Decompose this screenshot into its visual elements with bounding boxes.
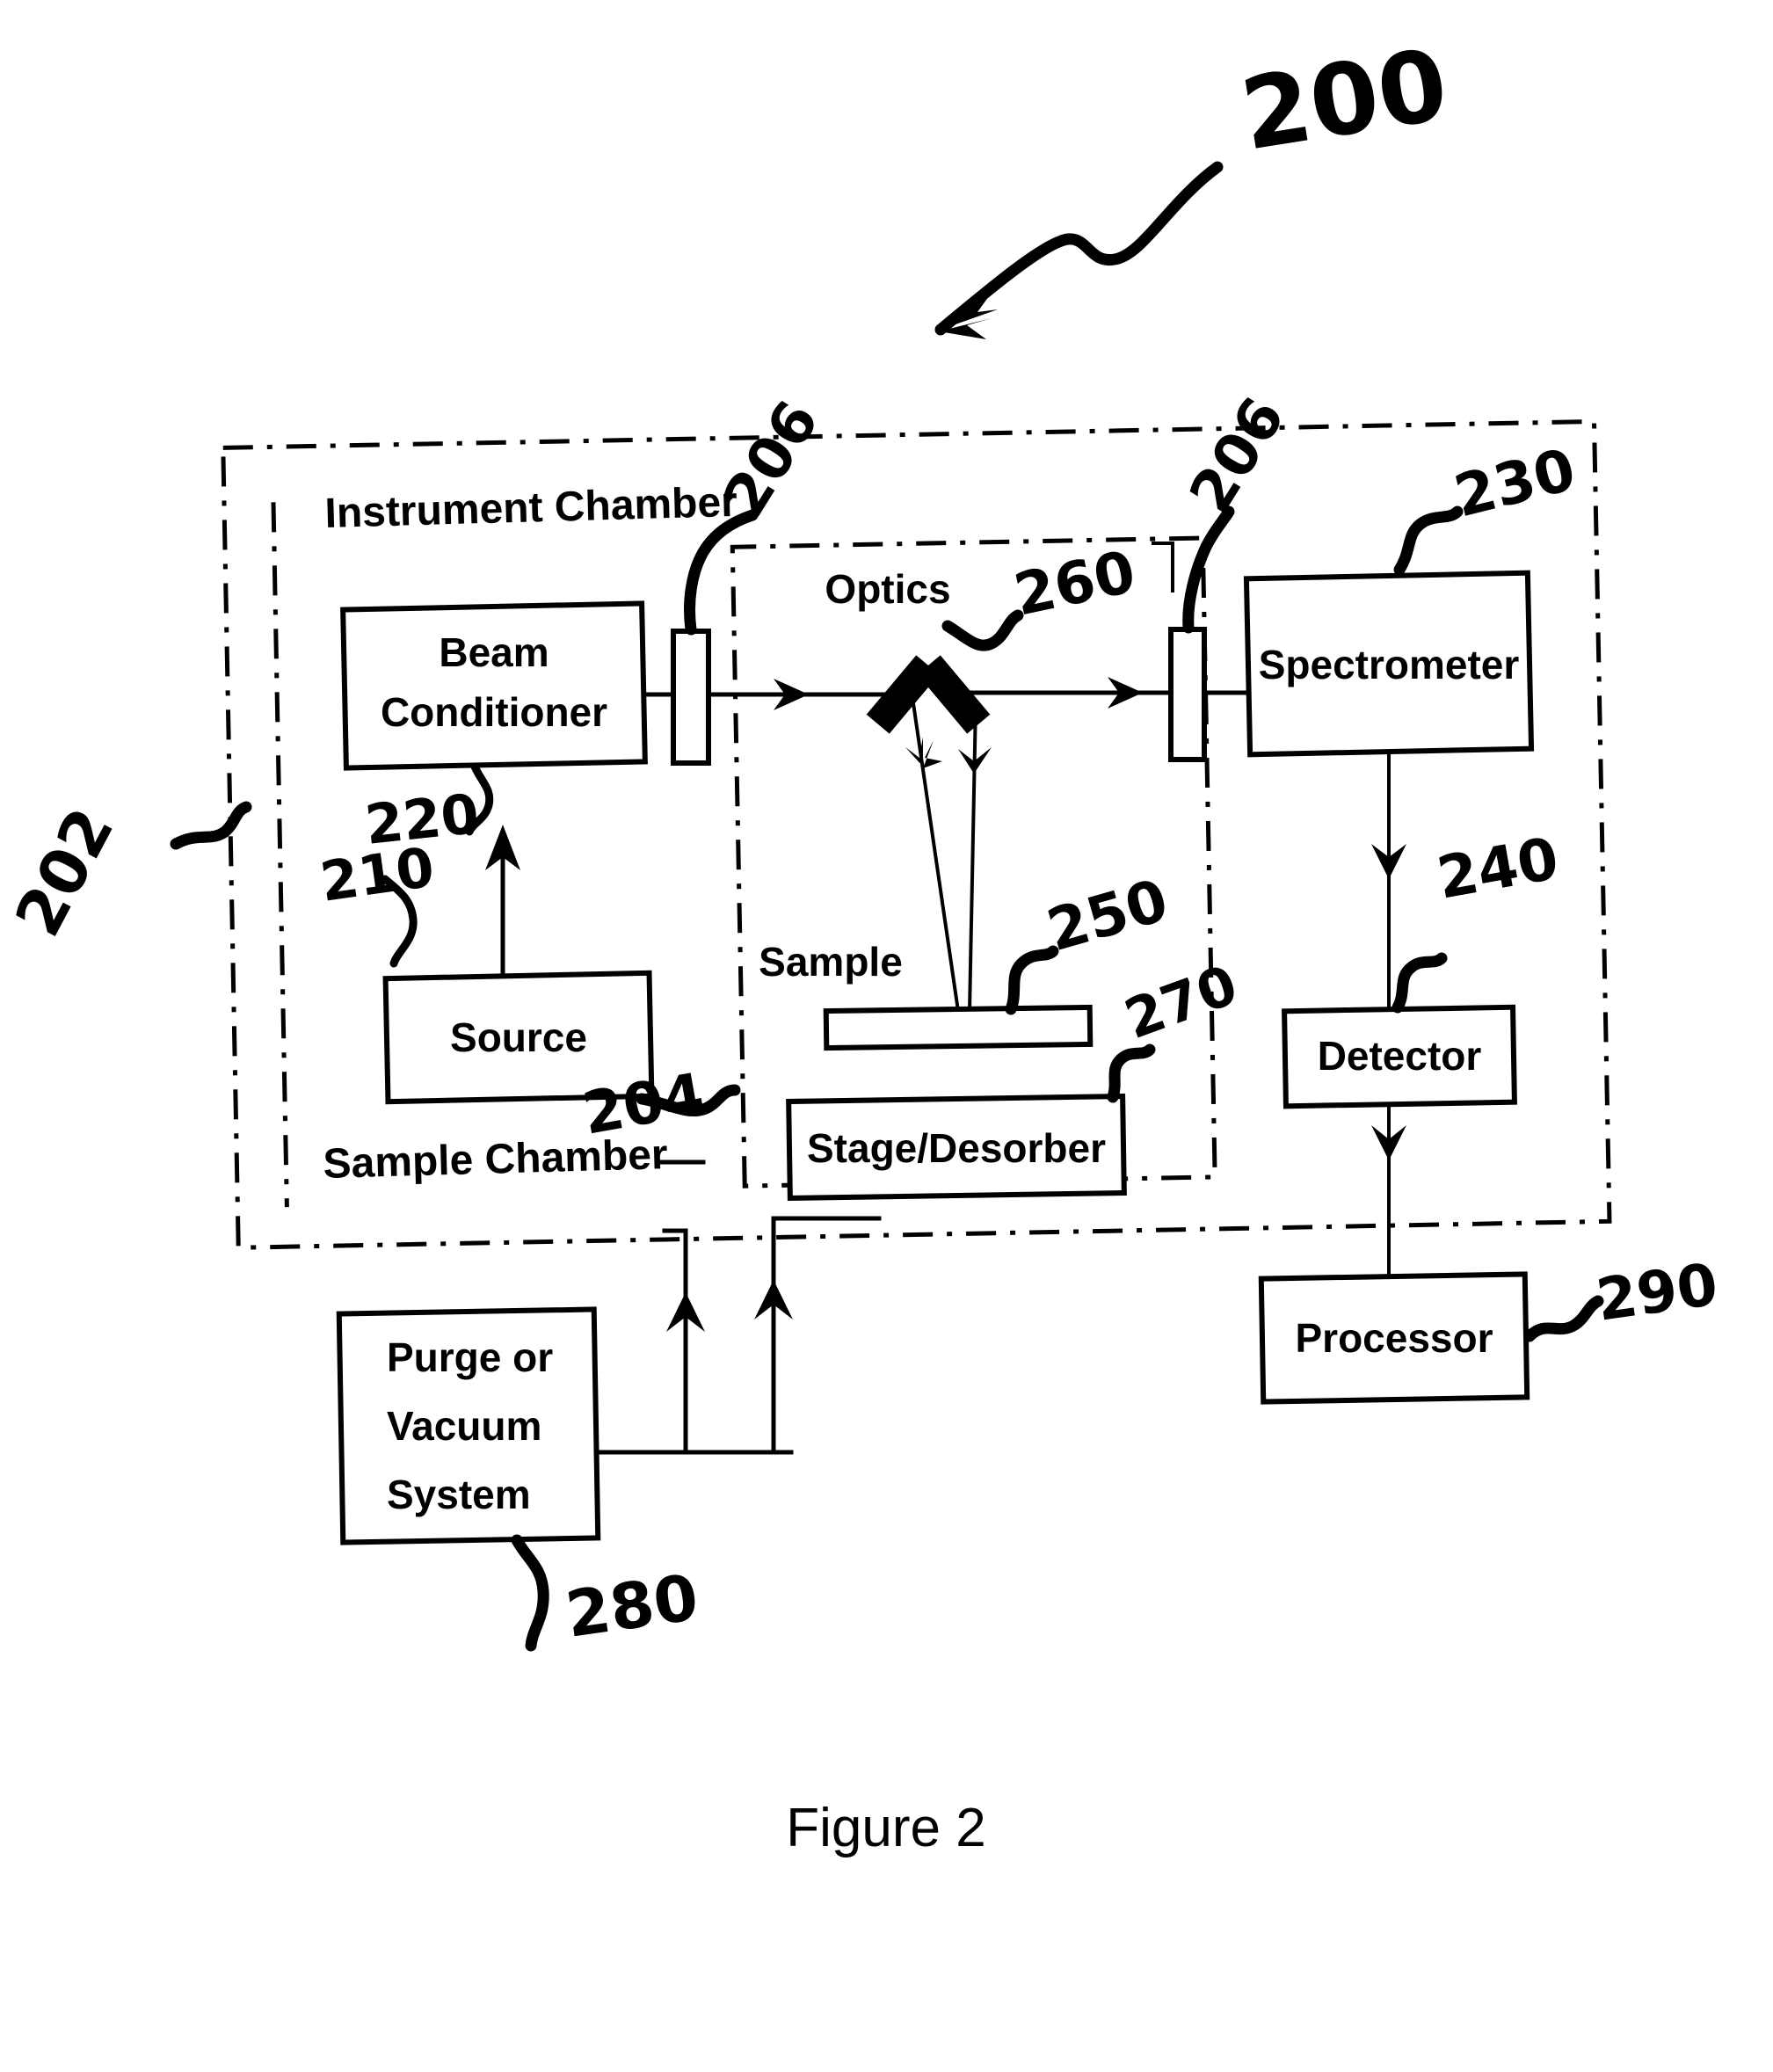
instrument-chamber-label: Instrument Chamber	[324, 479, 738, 537]
detector-label: Detector	[1318, 1033, 1482, 1079]
stage-desorber-ref-leader	[1107, 1043, 1156, 1103]
processor-ref: 290	[1593, 1250, 1722, 1334]
stage-desorber-label: Stage/Desorber	[807, 1125, 1106, 1171]
purge-vacuum-label-line3: System	[387, 1472, 531, 1517]
purge-vacuum-ref: 280	[562, 1560, 703, 1652]
source-ref: 210	[316, 835, 438, 914]
window-right-bracket	[1152, 542, 1174, 593]
beam-conditioner-label-line1: Beam	[439, 629, 549, 675]
source-to-beamconditioner-arrow	[485, 825, 520, 978]
sample-ref-leader	[1005, 945, 1059, 1015]
optics-ref-leader	[941, 609, 1024, 651]
spectrometer-to-detector-arrow	[1371, 752, 1406, 1009]
optics-mirrors	[866, 655, 991, 734]
optics-label: Optics	[825, 566, 950, 612]
instrument-chamber-inner-outline	[271, 502, 289, 1208]
processor-label: Processor	[1295, 1315, 1493, 1361]
instrument-chamber-ref: 202	[1, 796, 128, 948]
figure-caption: Figure 2	[786, 1798, 985, 1858]
processor-ref-leader	[1523, 1295, 1604, 1342]
system-ref-200-leader	[934, 161, 1224, 339]
source-label: Source	[450, 1014, 587, 1060]
window-left-ref-leader	[684, 509, 759, 636]
sample-plate[interactable]	[823, 1004, 1094, 1051]
spectrometer-ref: 230	[1448, 435, 1581, 530]
stage-desorber-ref: 270	[1116, 952, 1246, 1051]
window-left-206	[671, 629, 711, 766]
detector-to-processor-arrow	[1371, 1102, 1406, 1303]
beam-conditioner-label-line2: Conditioner	[381, 689, 607, 735]
spectrometer-ref-leader	[1393, 505, 1464, 576]
optics-ref: 260	[1008, 538, 1141, 629]
purge-vacuum-label-line2: Vacuum	[387, 1403, 541, 1449]
window-right-ref: 206	[1176, 386, 1297, 525]
instrument-chamber-ref-leader	[170, 801, 252, 850]
patent-figure-2: 200 Beam Conditioner 220 Source 210 204	[0, 0, 1773, 2072]
window-right-206	[1168, 627, 1207, 762]
purge-vacuum-label-line1: Purge or	[387, 1334, 553, 1380]
window-right-ref-leader	[1182, 505, 1235, 634]
spectrometer-label: Spectrometer	[1259, 642, 1520, 687]
sample-ref: 250	[1040, 866, 1175, 964]
detector-ref-leader	[1392, 952, 1448, 1014]
system-ref-200: 200	[1234, 28, 1455, 173]
sample-label: Sample	[759, 939, 903, 985]
detector-ref: 240	[1432, 825, 1563, 912]
purge-piping	[593, 1216, 882, 1455]
sample-chamber-label: Sample Chamber	[323, 1131, 668, 1188]
beam-to-sample	[905, 701, 992, 1014]
purge-vacuum-ref-leader	[511, 1534, 549, 1652]
beam-conditioner-box[interactable]	[340, 600, 648, 771]
